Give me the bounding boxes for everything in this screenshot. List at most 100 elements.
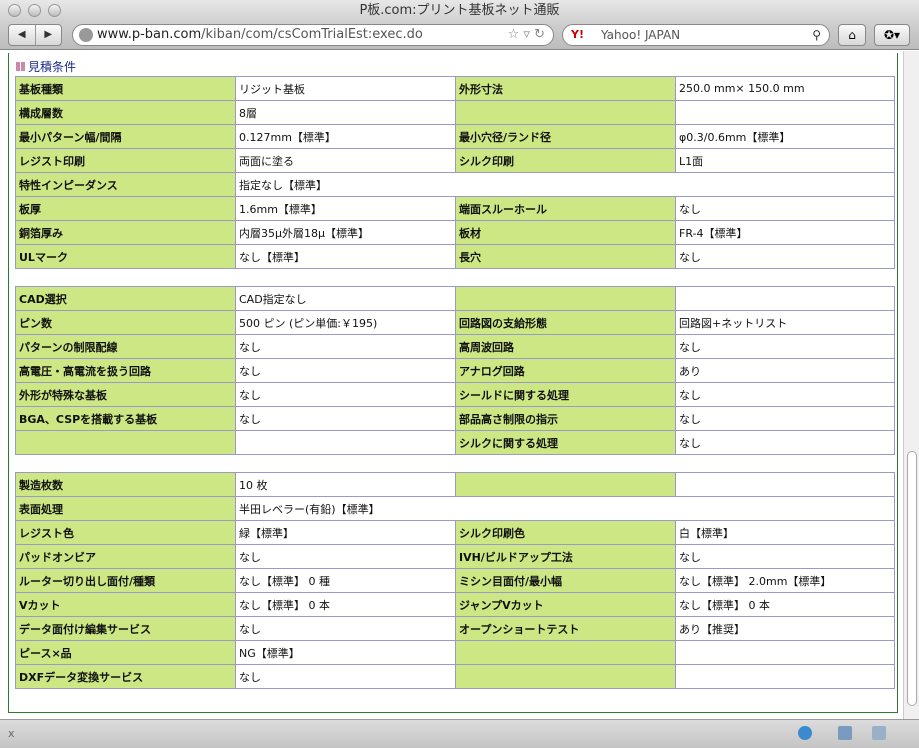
spec-label: 外形が特殊な基板 xyxy=(15,382,236,407)
spec-label xyxy=(455,640,676,665)
table-row: パッドオンビア なし IVH/ビルドアップ工法 なし xyxy=(15,544,895,569)
spec-value: なし xyxy=(675,544,895,569)
spec-label: シールドに関する処理 xyxy=(455,382,676,407)
section-heading: 見積条件 xyxy=(16,58,76,75)
spec-label: 端面スルーホール xyxy=(455,196,676,221)
address-bar[interactable]: www.p-ban.com/kiban/com/csComTrialEst:ex… xyxy=(72,24,554,46)
home-button[interactable]: ⌂ xyxy=(838,24,866,46)
star-icon[interactable]: ☆ xyxy=(508,27,520,42)
spec-value: なし xyxy=(235,334,456,359)
spec-label: シルクに関する処理 xyxy=(455,430,676,455)
browser-toolbar: ◀ ▶ www.p-ban.com/kiban/com/csComTrialEs… xyxy=(0,22,919,50)
spec-label: ピース×品 xyxy=(15,640,236,665)
nav-buttons: ◀ ▶ xyxy=(8,24,62,46)
minimize-window-button[interactable] xyxy=(28,4,41,17)
spec-value: 1.6mm【標準】 xyxy=(235,196,456,221)
spec-value xyxy=(675,640,895,665)
scrollbar-thumb[interactable] xyxy=(907,451,917,706)
spec-value: 指定なし【標準】 xyxy=(235,172,895,197)
spec-value: なし xyxy=(675,382,895,407)
yahoo-icon[interactable]: Y! xyxy=(571,25,584,45)
spec-label: CAD選択 xyxy=(15,286,236,311)
spec-value: なし xyxy=(235,616,456,641)
spec-label: パッドオンビア xyxy=(15,544,236,569)
forward-button[interactable]: ▶ xyxy=(36,25,62,45)
spec-label xyxy=(455,286,676,311)
table-row: レジスト色 緑【標準】 シルク印刷色 白【標準】 xyxy=(15,520,895,545)
spec-value: 緑【標準】 xyxy=(235,520,456,545)
spec-value: FR-4【標準】 xyxy=(675,220,895,245)
spec-label: レジスト色 xyxy=(15,520,236,545)
globe-status-icon[interactable] xyxy=(798,726,812,740)
table-row: 外形が特殊な基板 なし シールドに関する処理 なし xyxy=(15,382,895,407)
window-titlebar: P板.com:プリント基板ネット通販 xyxy=(0,0,919,22)
table-row: シルクに関する処理 なし xyxy=(15,430,895,455)
search-field[interactable]: Y! Yahoo! JAPAN ⚲ xyxy=(562,24,830,46)
dropdown-icon[interactable]: ▿ xyxy=(523,27,530,42)
spec-label: 高周波回路 xyxy=(455,334,676,359)
close-status-button[interactable]: x xyxy=(8,727,15,740)
spec-label: 最小穴径/ランド径 xyxy=(455,124,676,149)
spec-value xyxy=(675,472,895,497)
spec-label: レジスト印刷 xyxy=(15,148,236,173)
spec-label: 特性インピーダンス xyxy=(15,172,236,197)
spec-value: 回路図+ネットリスト xyxy=(675,310,895,335)
spec-value: なし xyxy=(235,382,456,407)
spec-value: あり xyxy=(675,358,895,383)
spec-label: DXFデータ変換サービス xyxy=(15,664,236,689)
window-controls[interactable] xyxy=(8,4,61,17)
bookmarks-button[interactable]: ✪▾ xyxy=(874,24,910,46)
spec-label: Vカット xyxy=(15,592,236,617)
spec-label: 板材 xyxy=(455,220,676,245)
spec-label: 製造枚数 xyxy=(15,472,236,497)
spec-label: オープンショートテスト xyxy=(455,616,676,641)
spec-label: BGA、CSPを搭載する基板 xyxy=(15,406,236,431)
spec-label: シルク印刷 xyxy=(455,148,676,173)
spec-label: 基板種類 xyxy=(15,76,236,101)
spec-label xyxy=(455,472,676,497)
window-icon[interactable] xyxy=(872,726,886,740)
manufacturing-spec-table: 製造枚数 10 枚表面処理 半田レベラー(有鉛)【標準】 レジスト色 緑【標準】 シルク印… xyxy=(15,472,895,689)
spec-value: リジット基板 xyxy=(235,76,456,101)
spec-label: 構成層数 xyxy=(15,100,236,125)
table-row: 構成層数 8層 xyxy=(15,100,895,125)
back-button[interactable]: ◀ xyxy=(9,25,36,45)
spec-value: なし xyxy=(675,196,895,221)
table-row: パターンの制限配線 なし 高周波回路 なし xyxy=(15,334,895,359)
spec-value: 250.0 mm× 150.0 mm xyxy=(675,76,895,101)
url-tools[interactable]: ☆ ▿ ↻ xyxy=(508,25,545,45)
url-path: /kiban/com/csComTrialEst:exec.do xyxy=(201,27,423,42)
table-row: ピース×品 NG【標準】 xyxy=(15,640,895,665)
zoom-window-button[interactable] xyxy=(48,4,61,17)
spec-value xyxy=(675,100,895,125)
monitor-icon[interactable] xyxy=(838,726,852,740)
spec-label: シルク印刷色 xyxy=(455,520,676,545)
spec-label: パターンの制限配線 xyxy=(15,334,236,359)
spec-label: ジャンプVカット xyxy=(455,592,676,617)
design-spec-table: CAD選択 CAD指定なし ピン数 500 ピン (ピン単価:￥195) 回路図の支給形… xyxy=(15,286,895,455)
spec-value: NG【標準】 xyxy=(235,640,456,665)
board-spec-table: 基板種類 リジット基板 外形寸法 250.0 mm× 150.0 mm 構成層数 8層 最小… xyxy=(15,76,895,269)
table-row: BGA、CSPを搭載する基板 なし 部品高さ制限の指示 なし xyxy=(15,406,895,431)
table-row: 特性インピーダンス 指定なし【標準】 xyxy=(15,172,895,197)
spec-value: 白【標準】 xyxy=(675,520,895,545)
spec-label: 回路図の支給形態 xyxy=(455,310,676,335)
reload-icon[interactable]: ↻ xyxy=(534,27,545,42)
vertical-scrollbar[interactable] xyxy=(903,51,919,719)
spec-value: なし xyxy=(675,244,895,269)
spec-label: IVH/ビルドアップ工法 xyxy=(455,544,676,569)
spec-label xyxy=(455,100,676,125)
spec-label: 銅箔厚み xyxy=(15,220,236,245)
spec-value: あり【推奨】 xyxy=(675,616,895,641)
spec-value: L1面 xyxy=(675,148,895,173)
spec-label: 高電圧・高電流を扱う回路 xyxy=(15,358,236,383)
table-row: 最小パターン幅/間隔 0.127mm【標準】 最小穴径/ランド径 φ0.3/0.6mm… xyxy=(15,124,895,149)
spec-value: なし xyxy=(235,406,456,431)
spec-label: 外形寸法 xyxy=(455,76,676,101)
close-window-button[interactable] xyxy=(8,4,21,17)
grid-icon xyxy=(16,62,25,71)
section-title: 見積条件 xyxy=(28,60,77,74)
spec-value: なし xyxy=(675,406,895,431)
table-row: ピン数 500 ピン (ピン単価:￥195) 回路図の支給形態 回路図+ネットリスト xyxy=(15,310,895,335)
search-icon[interactable]: ⚲ xyxy=(812,25,821,45)
